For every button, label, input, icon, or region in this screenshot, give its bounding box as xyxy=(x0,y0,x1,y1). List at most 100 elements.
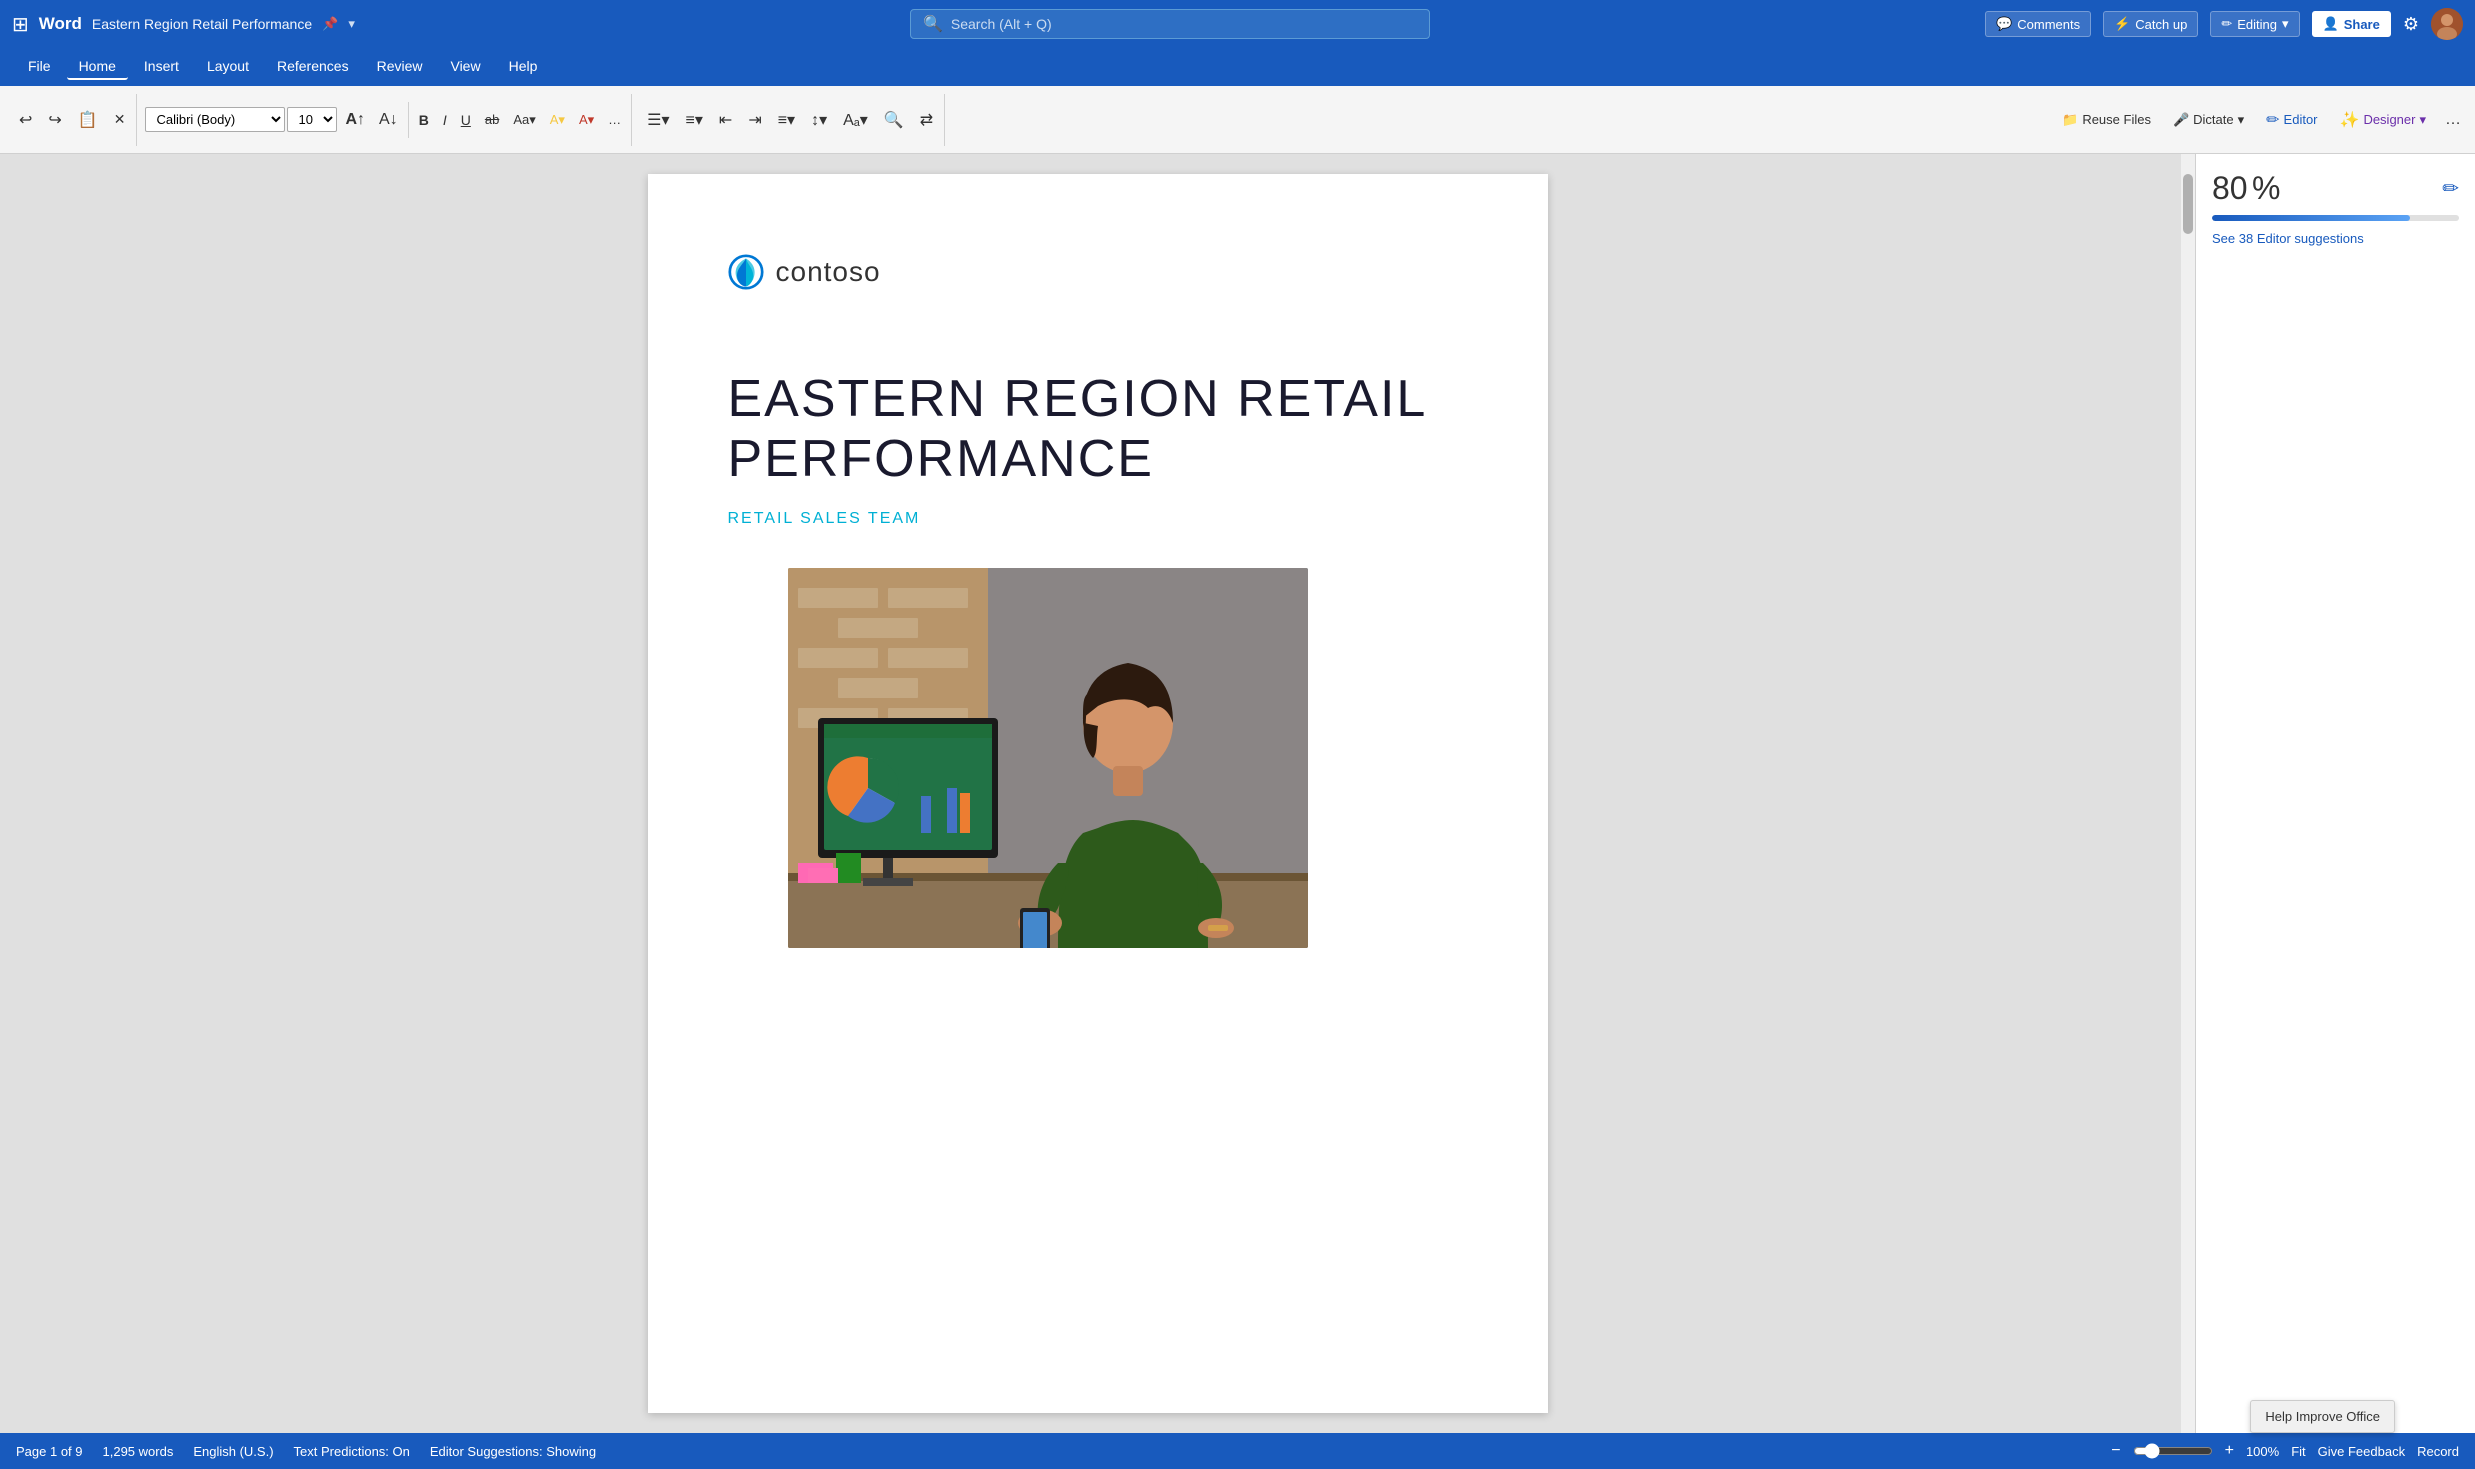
font-color-button[interactable]: A▾ xyxy=(573,108,600,132)
reuse-files-icon: 📁 xyxy=(2062,112,2078,128)
catch-up-button[interactable]: ⚡ Catch up xyxy=(2103,11,2198,37)
editor-panel: 80 % ✏ See 38 Editor suggestions xyxy=(2195,154,2475,1433)
menu-insert[interactable]: Insert xyxy=(132,54,191,80)
record-button[interactable]: Record xyxy=(2417,1444,2459,1459)
menu-review[interactable]: Review xyxy=(365,54,435,80)
doc-title: Eastern Region Retail Performance xyxy=(92,16,312,32)
company-name: contoso xyxy=(776,256,881,288)
status-bar-right: − + 100% Fit Give Feedback Record xyxy=(2111,1442,2459,1460)
score-bar xyxy=(2212,215,2459,221)
title-bar: ⊞ Word Eastern Region Retail Performance… xyxy=(0,0,2475,48)
search-bar: 🔍 xyxy=(910,9,1430,39)
document-illustration xyxy=(788,568,1308,948)
paragraph-group: ☰▾ ≡▾ ⇤ ⇥ ≡▾ ↕▾ Aₐ▾ 🔍 ⇄ xyxy=(636,94,945,146)
page-info: Page 1 of 9 xyxy=(16,1444,83,1459)
status-bar: Page 1 of 9 1,295 words English (U.S.) T… xyxy=(0,1433,2475,1469)
editor-suggestions-status: Editor Suggestions: Showing xyxy=(430,1444,596,1459)
share-icon: 👤 xyxy=(2323,16,2339,32)
designer-icon: ✨ xyxy=(2340,110,2360,130)
dropdown-arrow-icon[interactable]: ▾ xyxy=(348,16,355,32)
share-button[interactable]: 👤 Share xyxy=(2312,11,2391,37)
grid-icon[interactable]: ⊞ xyxy=(12,12,29,37)
search-icon: 🔍 xyxy=(923,14,943,34)
menu-bar: File Home Insert Layout References Revie… xyxy=(0,48,2475,86)
word-count: 1,295 words xyxy=(103,1444,174,1459)
editor-pencil-icon: ✏ xyxy=(2442,176,2459,201)
zoom-level: 100% xyxy=(2246,1444,2279,1459)
contoso-logo-icon xyxy=(728,254,764,290)
replace-button[interactable]: ⇄ xyxy=(913,106,940,134)
comments-icon: 💬 xyxy=(1996,16,2012,32)
editing-button[interactable]: ✏ Editing ▾ xyxy=(2210,11,2299,37)
help-improve-popup[interactable]: Help Improve Office xyxy=(2250,1400,2395,1433)
zoom-in-button[interactable]: + xyxy=(2225,1442,2234,1460)
menu-references[interactable]: References xyxy=(265,54,361,80)
highlight-color-button[interactable]: A▾ xyxy=(544,108,571,132)
give-feedback-button[interactable]: Give Feedback xyxy=(2318,1444,2405,1459)
paste-button[interactable]: 📋 xyxy=(71,106,105,134)
editing-dropdown-icon: ▾ xyxy=(2282,16,2289,32)
comments-button[interactable]: 💬 Comments xyxy=(1985,11,2091,37)
menu-view[interactable]: View xyxy=(438,54,492,80)
strikethrough-button[interactable]: ab xyxy=(479,108,505,131)
scrollbar-thumb[interactable] xyxy=(2183,174,2193,234)
editor-suggestions-link[interactable]: See 38 Editor suggestions xyxy=(2212,231,2459,246)
reuse-files-button[interactable]: 📁 Reuse Files xyxy=(2053,107,2160,133)
more-font-button[interactable]: … xyxy=(602,108,627,131)
pin-icon[interactable]: 📌 xyxy=(322,16,338,32)
document-page: contoso EASTERN REGION RETAIL PERFORMANC… xyxy=(648,174,1548,1413)
case-button[interactable]: Aa▾ xyxy=(507,108,541,132)
find-button[interactable]: 🔍 xyxy=(877,106,911,134)
document-area: contoso EASTERN REGION RETAIL PERFORMANC… xyxy=(0,154,2195,1433)
language: English (U.S.) xyxy=(193,1444,273,1459)
ribbon: ↩ ↪ 📋 ✕ Calibri (Body) 10 A↑ A↓ B I U ab… xyxy=(0,86,2475,154)
fit-page-button[interactable]: Fit xyxy=(2291,1444,2305,1459)
editor-score-display: 80 % xyxy=(2212,170,2281,207)
microphone-icon: 🎤 xyxy=(2173,112,2189,128)
zoom-out-button[interactable]: − xyxy=(2111,1442,2120,1460)
search-input[interactable] xyxy=(951,16,1417,32)
undo-button[interactable]: ↩ xyxy=(12,106,39,134)
settings-icon[interactable]: ⚙ xyxy=(2403,14,2419,35)
score-percent-symbol: % xyxy=(2252,170,2280,206)
bold-button[interactable]: B xyxy=(413,108,435,132)
italic-button[interactable]: I xyxy=(437,108,453,132)
zoom-slider[interactable] xyxy=(2133,1443,2213,1459)
text-predictions: Text Predictions: On xyxy=(294,1444,410,1459)
menu-help[interactable]: Help xyxy=(497,54,550,80)
score-fill xyxy=(2212,215,2410,221)
font-name-select[interactable]: Calibri (Body) xyxy=(145,107,285,132)
ribbon-right-tools: 📁 Reuse Files 🎤 Dictate ▾ ✏ Editor ✨ Des… xyxy=(2053,105,2467,135)
underline-button[interactable]: U xyxy=(455,108,477,132)
align-button[interactable]: ≡▾ xyxy=(771,106,802,134)
title-right-actions: 💬 Comments ⚡ Catch up ✏ Editing ▾ 👤 Shar… xyxy=(1985,8,2463,40)
main-content: contoso EASTERN REGION RETAIL PERFORMANC… xyxy=(0,154,2475,1433)
catch-up-icon: ⚡ xyxy=(2114,16,2130,32)
menu-file[interactable]: File xyxy=(16,54,63,80)
scrollbar[interactable] xyxy=(2181,154,2195,1433)
document-subtitle: RETAIL SALES TEAM xyxy=(728,510,1468,528)
score-value: 80 xyxy=(2212,170,2248,206)
line-spacing-button[interactable]: ↕▾ xyxy=(804,106,834,134)
redo-button[interactable]: ↪ xyxy=(41,106,68,134)
designer-dropdown-icon: ▾ xyxy=(2419,112,2426,128)
dictate-button[interactable]: 🎤 Dictate ▾ xyxy=(2164,107,2253,133)
numbering-button[interactable]: ≡▾ xyxy=(679,106,710,134)
increase-font-button[interactable]: A↑ xyxy=(339,107,371,133)
avatar[interactable] xyxy=(2431,8,2463,40)
pencil-icon: ✏ xyxy=(2221,16,2232,32)
font-size-select[interactable]: 10 xyxy=(287,107,337,132)
styles-button[interactable]: Aₐ▾ xyxy=(836,106,875,134)
more-ribbon-button[interactable]: … xyxy=(2439,107,2467,133)
decrease-font-button[interactable]: A↓ xyxy=(373,107,404,133)
decrease-indent-button[interactable]: ⇤ xyxy=(712,106,739,134)
editor-button[interactable]: ✏ Editor xyxy=(2257,105,2326,135)
designer-button[interactable]: ✨ Designer ▾ xyxy=(2331,105,2435,135)
bullets-button[interactable]: ☰▾ xyxy=(640,106,676,134)
company-logo: contoso xyxy=(728,254,1468,290)
menu-layout[interactable]: Layout xyxy=(195,54,261,80)
increase-indent-button[interactable]: ⇥ xyxy=(741,106,768,134)
clear-formatting-button[interactable]: ✕ xyxy=(107,107,133,132)
app-name: Word xyxy=(39,14,82,34)
menu-home[interactable]: Home xyxy=(67,54,128,80)
